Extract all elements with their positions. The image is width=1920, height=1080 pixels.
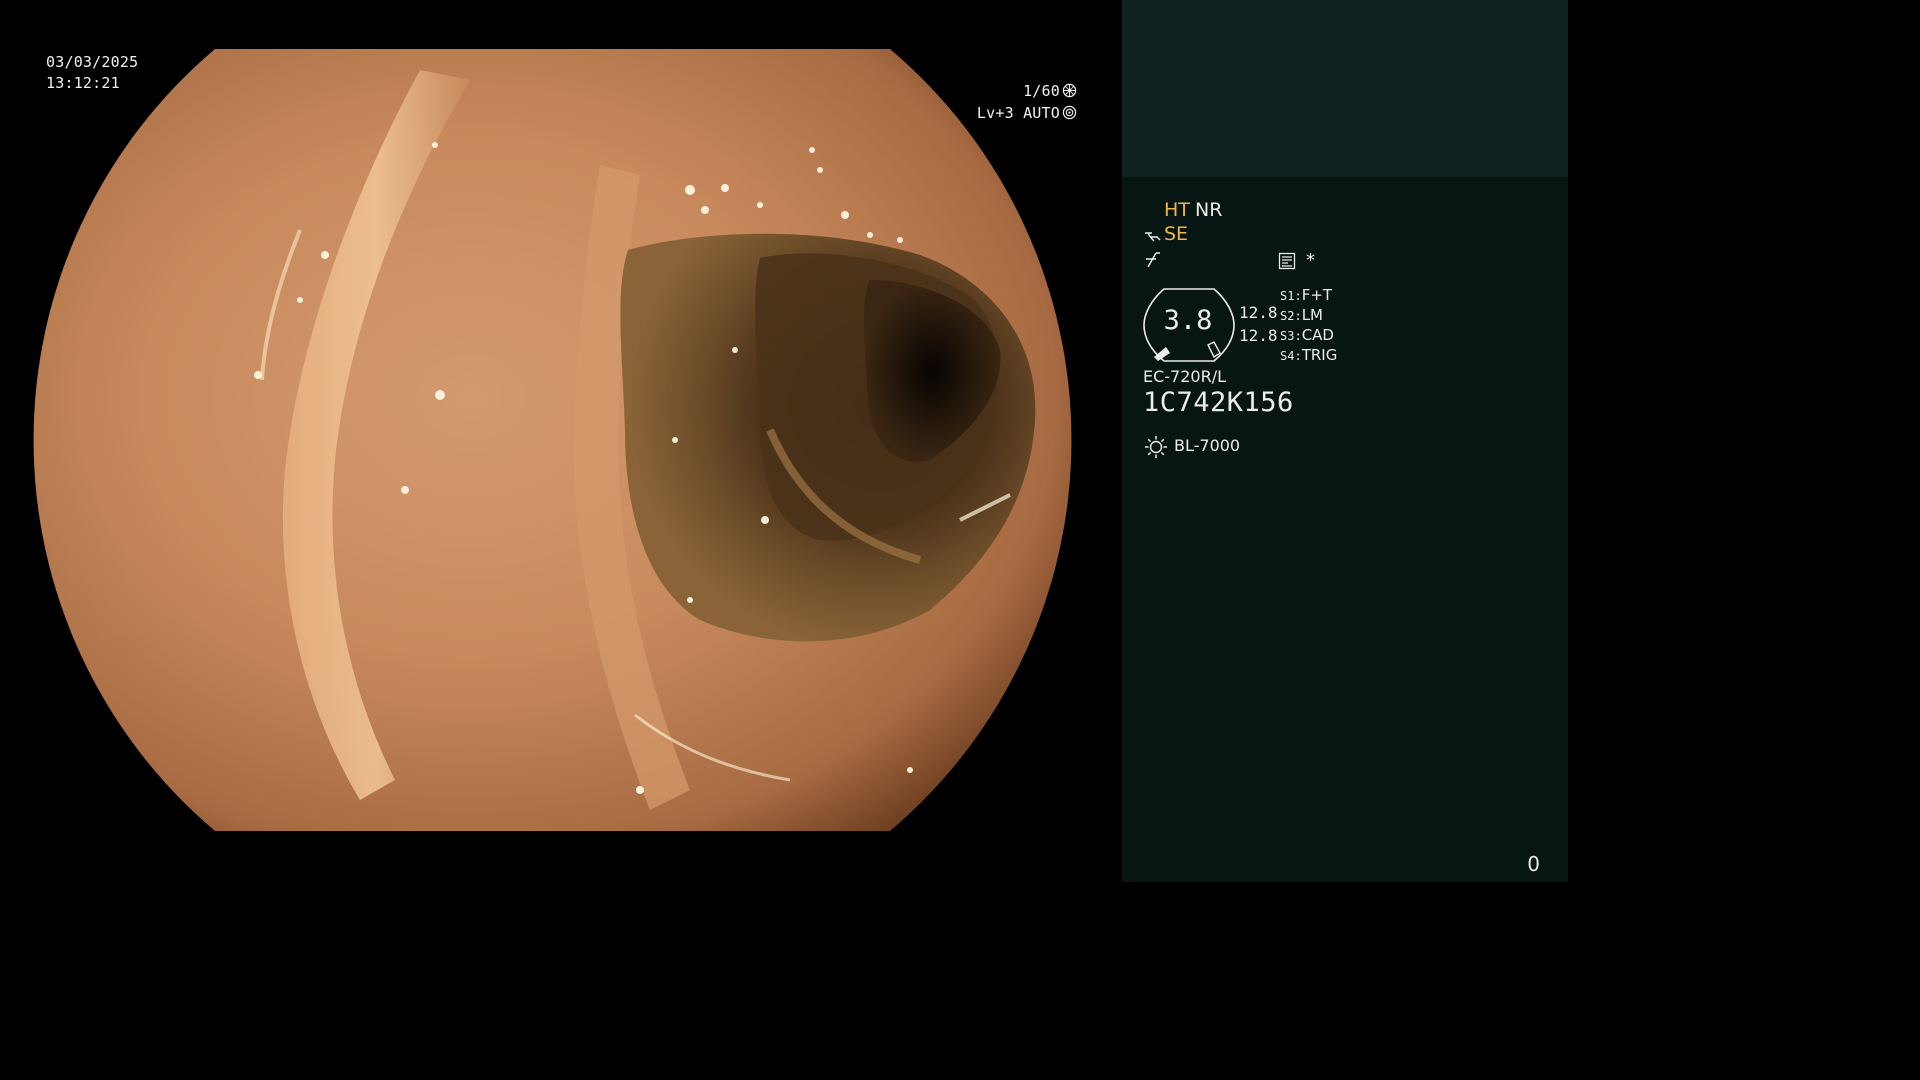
zoom-value: 3.8 <box>1163 305 1213 336</box>
gauge-top-value: 12.8 <box>1239 303 1278 322</box>
endoscopy-image <box>33 49 1072 831</box>
shutter-text: 1/60 <box>1023 82 1060 100</box>
se-mode-label: SE <box>1164 223 1189 245</box>
switch-key: S4: <box>1280 349 1302 363</box>
switch-value: LM <box>1301 306 1323 324</box>
switch-row: S2:LM <box>1280 305 1323 324</box>
iris-mode-text: AUTO <box>1023 104 1060 122</box>
ht-mode-label: HT <box>1164 199 1190 221</box>
iris-display: Lv+3 AUTO <box>977 103 1077 124</box>
iris-icon <box>1062 105 1077 120</box>
shutter-icon <box>1062 83 1077 98</box>
switch-row: S4:TRIG <box>1280 345 1337 364</box>
date-time-display: 03/03/2025 13:12:21 <box>46 52 138 94</box>
date-text: 03/03/2025 <box>46 53 139 71</box>
star-icon: * <box>1306 250 1315 271</box>
frame-counter: 0 <box>1527 852 1540 876</box>
nr-mode-label: NR <box>1195 199 1223 221</box>
switch-value: TRIG <box>1301 346 1338 364</box>
light-source-icon <box>1145 436 1167 458</box>
memory-card-icon <box>1278 252 1296 270</box>
side-panel-header <box>1122 0 1568 177</box>
side-panel: HT NR SE * 3.8 12.8 12.8 S1:F+T S2:LM S3… <box>1122 177 1568 882</box>
freeze-icon <box>1146 252 1160 268</box>
light-source-label: BL-7000 <box>1174 436 1241 455</box>
gauge-bottom-value: 12.8 <box>1239 326 1278 345</box>
switch-row: S3:CAD <box>1280 325 1334 344</box>
switch-row: S1:F+T <box>1280 285 1332 304</box>
switch-key: S3: <box>1280 329 1302 343</box>
level-text: Lv+3 <box>976 104 1014 122</box>
switch-value: F+T <box>1301 286 1333 304</box>
switch-key: S1: <box>1280 289 1302 303</box>
switch-key: S2: <box>1280 309 1302 323</box>
endoscope-view: 03/03/2025 13:12:21 1/60 Lv+3 AUTO <box>0 0 1122 882</box>
time-text: 13:12:21 <box>46 74 120 92</box>
scope-model-label: EC-720R/L <box>1143 367 1227 386</box>
structure-enhance-icon <box>1145 232 1161 242</box>
serial-number: 1C742K156 <box>1143 387 1294 418</box>
shutter-display: 1/60 <box>1023 81 1077 102</box>
switch-value: CAD <box>1301 326 1334 344</box>
